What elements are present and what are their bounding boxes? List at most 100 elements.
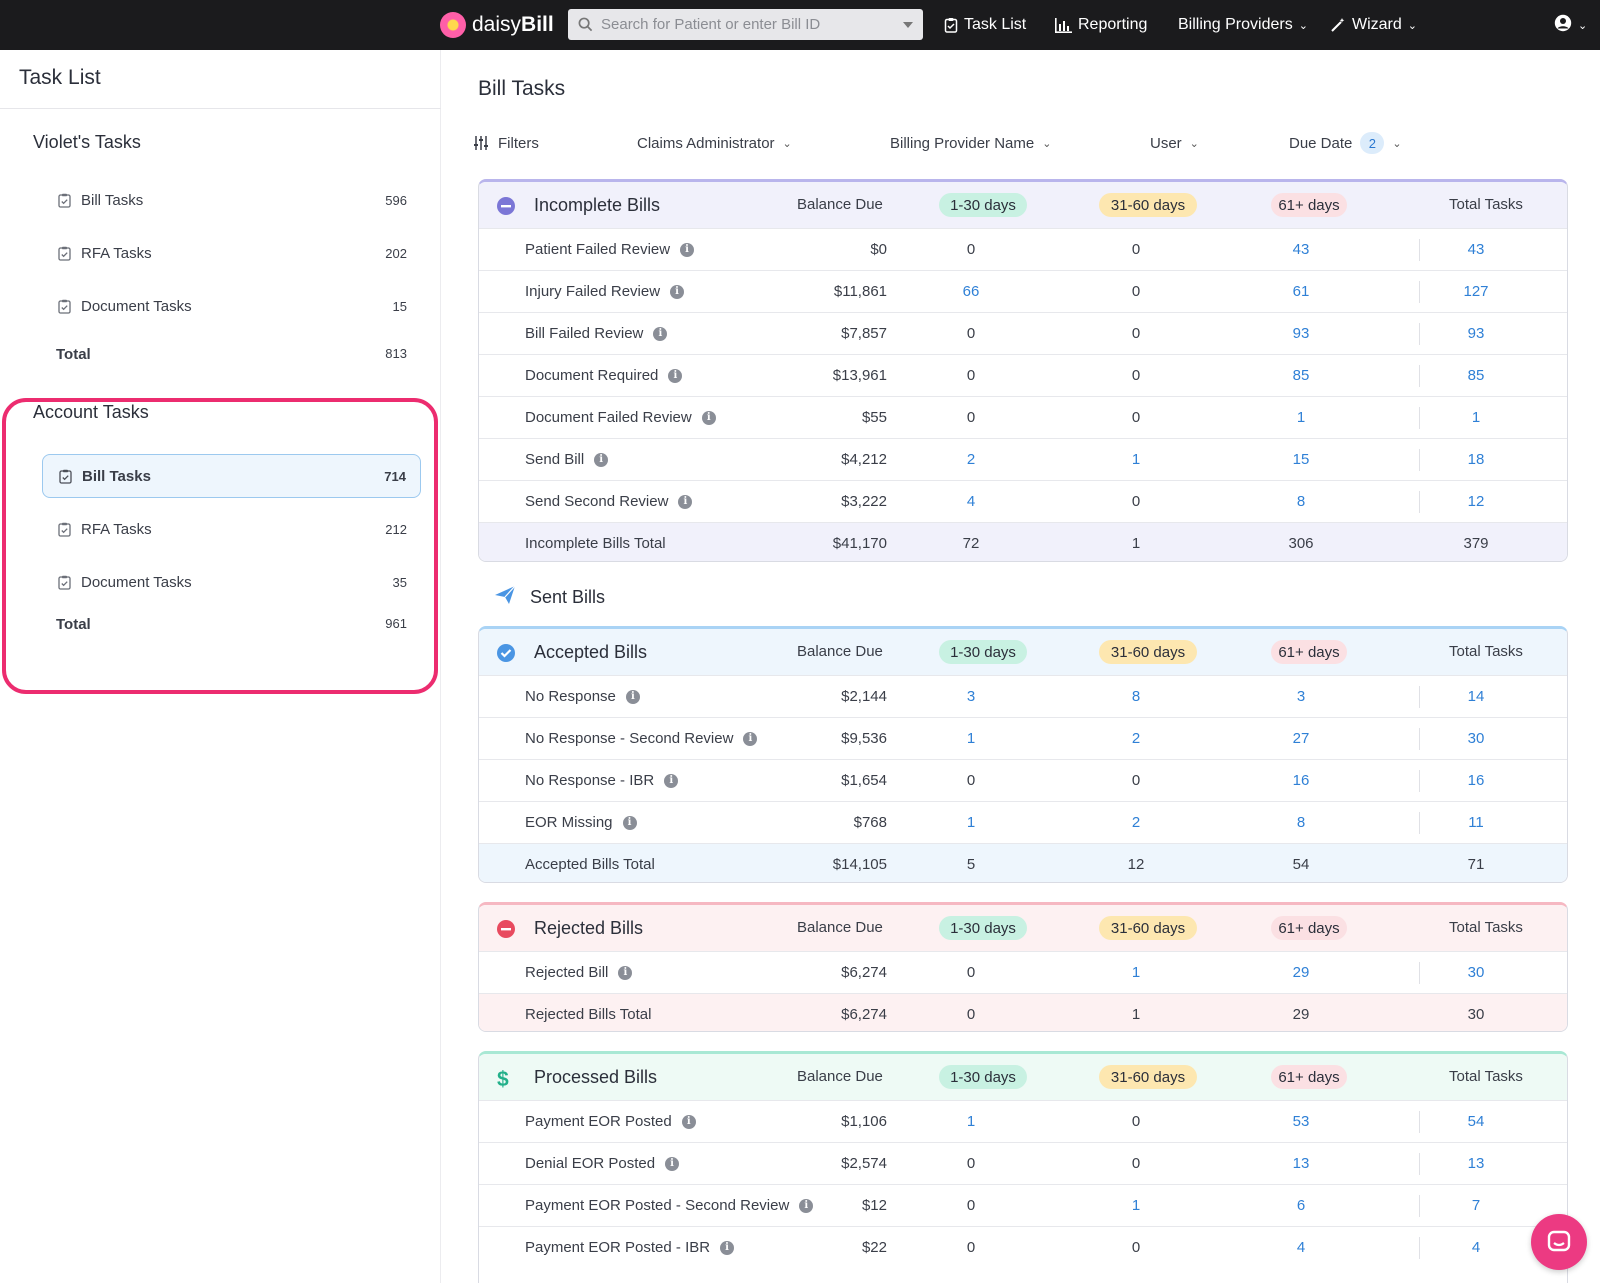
info-icon[interactable]: i — [664, 773, 679, 788]
info-icon[interactable]: i — [618, 965, 633, 980]
total-cell[interactable]: 14 — [1446, 688, 1506, 705]
age-d3-header[interactable]: 61+ days — [1271, 916, 1347, 940]
sidebar-item-violet-bill-tasks[interactable]: Bill Tasks 596 — [42, 178, 421, 222]
user-menu[interactable]: ⌄ — [1554, 0, 1587, 50]
info-icon[interactable]: i — [743, 731, 758, 746]
info-icon[interactable]: i — [681, 1114, 696, 1129]
d3-cell[interactable]: 61 — [1271, 283, 1331, 300]
info-icon[interactable]: i — [680, 242, 695, 257]
d3-cell[interactable]: 27 — [1271, 730, 1331, 747]
age-d3-header[interactable]: 61+ days — [1271, 193, 1347, 217]
total-cell[interactable]: 30 — [1446, 730, 1506, 747]
d2-cell[interactable]: 2 — [1106, 730, 1166, 747]
total-cell[interactable]: 13 — [1446, 1155, 1506, 1172]
total-cell[interactable]: 43 — [1446, 241, 1506, 258]
total-cell[interactable]: 93 — [1446, 325, 1506, 342]
row-label[interactable]: No Response - IBR i — [525, 772, 679, 789]
total-cell[interactable]: 18 — [1446, 451, 1506, 468]
total-cell[interactable]: 12 — [1446, 493, 1506, 510]
d2-cell[interactable]: 2 — [1106, 814, 1166, 831]
sidebar-item-account-rfa-tasks[interactable]: RFA Tasks 212 — [42, 507, 421, 551]
info-icon[interactable]: i — [670, 284, 685, 299]
table-row[interactable]: No Response i $2,144 3 8 3 14 — [479, 675, 1567, 717]
d3-cell[interactable]: 8 — [1271, 814, 1331, 831]
age-d2-header[interactable]: 31-60 days — [1099, 916, 1197, 940]
age-d1-header[interactable]: 1-30 days — [939, 1065, 1027, 1089]
d3-cell[interactable]: 8 — [1271, 493, 1331, 510]
d2-cell[interactable]: 1 — [1106, 451, 1166, 468]
row-label[interactable]: Document Failed Review i — [525, 409, 716, 426]
row-label[interactable]: Send Bill i — [525, 451, 609, 468]
row-label[interactable]: Document Required i — [525, 367, 683, 384]
table-row[interactable]: Payment EOR Posted - Second Review i $12 0 1… — [479, 1184, 1567, 1226]
nav-reporting[interactable]: Reporting — [1054, 0, 1147, 50]
info-icon[interactable]: i — [720, 1240, 735, 1255]
d3-cell[interactable]: 3 — [1271, 688, 1331, 705]
search-input[interactable] — [601, 16, 891, 33]
filters-toggle[interactable]: Filters — [474, 130, 539, 156]
table-row[interactable]: Payment EOR Posted - IBR i $22 0 0 4 4 — [479, 1226, 1567, 1268]
table-row[interactable]: EOR Missing i $768 1 2 8 11 — [479, 801, 1567, 843]
table-row[interactable]: Patient Failed Review i $0 0 0 43 43 — [479, 228, 1567, 270]
age-d1-header[interactable]: 1-30 days — [939, 916, 1027, 940]
sidebar-item-account-bill-tasks[interactable]: Bill Tasks 714 — [42, 454, 421, 498]
d3-cell[interactable]: 53 — [1271, 1113, 1331, 1130]
row-label[interactable]: Payment EOR Posted i — [525, 1113, 696, 1130]
info-icon[interactable]: i — [625, 689, 640, 704]
row-label[interactable]: Injury Failed Review i — [525, 283, 685, 300]
row-label[interactable]: Send Second Review i — [525, 493, 693, 510]
nav-billing-providers[interactable]: Billing Providers ⌄ — [1178, 0, 1308, 50]
age-d3-header[interactable]: 61+ days — [1271, 1065, 1347, 1089]
row-label[interactable]: Bill Failed Review i — [525, 325, 668, 342]
table-row[interactable]: Rejected Bill i $6,274 0 1 29 30 — [479, 951, 1567, 993]
search-box[interactable] — [568, 9, 923, 40]
sidebar-item-violet-document-tasks[interactable]: Document Tasks 15 — [42, 284, 421, 328]
row-label[interactable]: No Response - Second Review i — [525, 730, 758, 747]
filter-billing-provider-name[interactable]: Billing Provider Name ⌄ — [890, 130, 1051, 156]
age-d2-header[interactable]: 31-60 days — [1099, 1065, 1197, 1089]
row-label[interactable]: Payment EOR Posted - IBR i — [525, 1239, 735, 1256]
table-row[interactable]: Payment EOR Posted i $1,106 1 0 53 54 — [479, 1100, 1567, 1142]
age-d2-header[interactable]: 31-60 days — [1099, 193, 1197, 217]
d1-cell[interactable]: 4 — [941, 493, 1001, 510]
total-cell[interactable]: 54 — [1446, 1113, 1506, 1130]
filter-due-date[interactable]: Due Date 2 ⌄ — [1289, 130, 1402, 156]
info-icon[interactable]: i — [668, 368, 683, 383]
d1-cell[interactable]: 1 — [941, 1113, 1001, 1130]
age-d1-header[interactable]: 1-30 days — [939, 640, 1027, 664]
table-row[interactable]: No Response - IBR i $1,654 0 0 16 16 — [479, 759, 1567, 801]
total-cell[interactable]: 127 — [1446, 283, 1506, 300]
age-d1-header[interactable]: 1-30 days — [939, 193, 1027, 217]
search-dropdown-caret-icon[interactable] — [903, 22, 913, 28]
nav-wizard[interactable]: Wizard ⌄ — [1330, 0, 1417, 50]
d3-cell[interactable]: 93 — [1271, 325, 1331, 342]
sidebar-item-violet-rfa-tasks[interactable]: RFA Tasks 202 — [42, 231, 421, 275]
d3-cell[interactable]: 6 — [1271, 1197, 1331, 1214]
row-label[interactable]: EOR Missing i — [525, 814, 637, 831]
nav-task-list[interactable]: Task List — [944, 0, 1026, 50]
table-row[interactable]: Injury Failed Review i $11,861 66 0 61 127 — [479, 270, 1567, 312]
total-cell[interactable]: 30 — [1446, 964, 1506, 981]
table-row[interactable]: Denial EOR Posted i $2,574 0 0 13 13 — [479, 1142, 1567, 1184]
d3-cell[interactable]: 29 — [1271, 964, 1331, 981]
d3-cell[interactable]: 4 — [1271, 1239, 1331, 1256]
chat-launcher-button[interactable] — [1531, 1214, 1587, 1270]
age-d2-header[interactable]: 31-60 days — [1099, 640, 1197, 664]
daisybill-logo[interactable]: daisyBill — [440, 10, 554, 40]
info-icon[interactable]: i — [701, 410, 716, 425]
table-row[interactable]: No Response - Second Review i $9,536 1 2 27 30 — [479, 717, 1567, 759]
row-label[interactable]: Patient Failed Review i — [525, 241, 695, 258]
info-icon[interactable]: i — [678, 494, 693, 509]
filter-user[interactable]: User ⌄ — [1150, 130, 1199, 156]
total-cell[interactable]: 4 — [1446, 1239, 1506, 1256]
d3-cell[interactable]: 1 — [1271, 409, 1331, 426]
d1-cell[interactable]: 66 — [941, 283, 1001, 300]
d1-cell[interactable]: 2 — [941, 451, 1001, 468]
d1-cell[interactable]: 1 — [941, 814, 1001, 831]
total-cell[interactable]: 85 — [1446, 367, 1506, 384]
d3-cell[interactable]: 15 — [1271, 451, 1331, 468]
total-cell[interactable]: 1 — [1446, 409, 1506, 426]
d2-cell[interactable]: 1 — [1106, 1197, 1166, 1214]
d2-cell[interactable]: 8 — [1106, 688, 1166, 705]
table-row[interactable]: Document Required i $13,961 0 0 85 85 — [479, 354, 1567, 396]
